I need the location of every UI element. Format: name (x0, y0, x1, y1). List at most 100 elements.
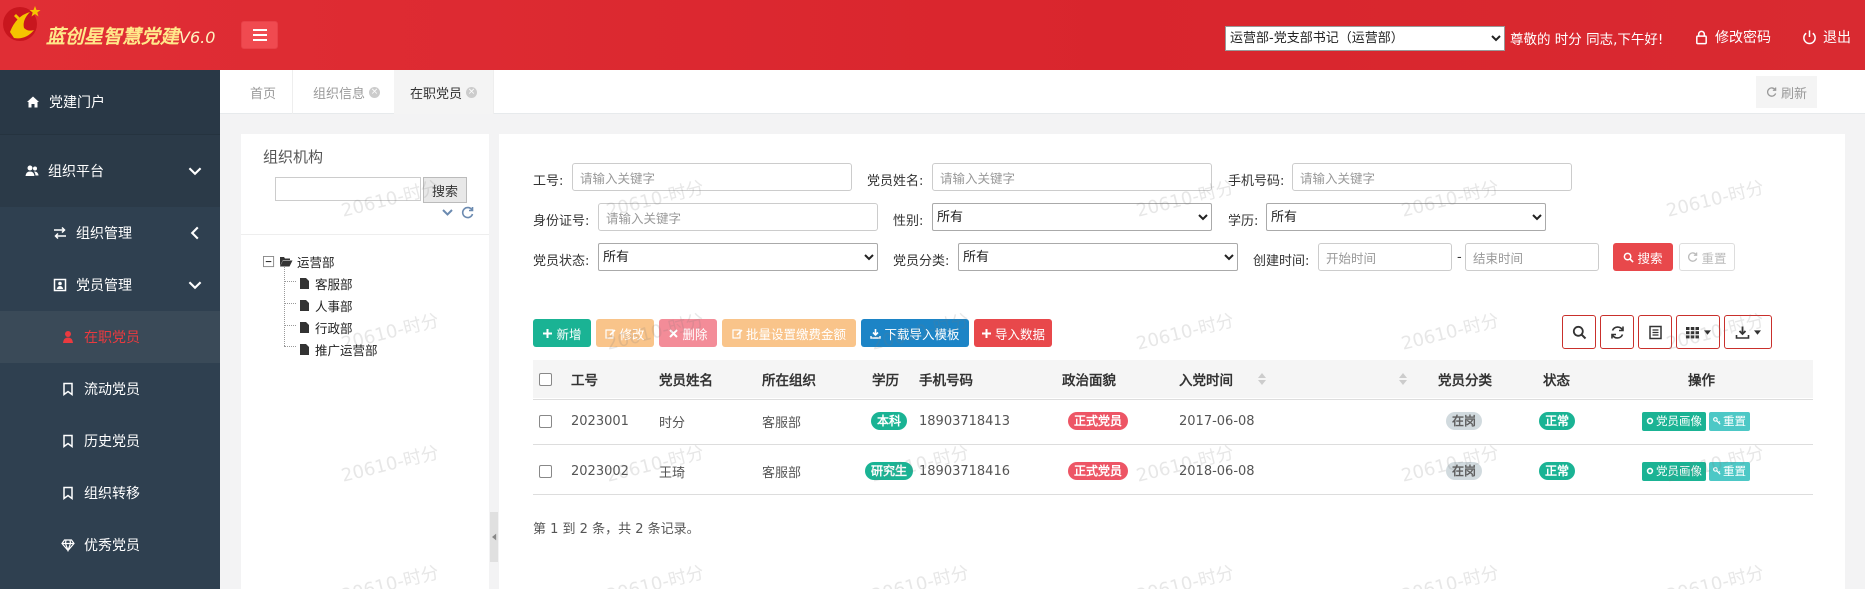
batch-fee-button[interactable]: 批量设置缴费金额 (722, 319, 856, 347)
chevron-down-icon (188, 167, 202, 176)
edu-label: 学历: (1228, 214, 1259, 229)
sidebar-item-member-manage[interactable]: 党员管理 (0, 259, 220, 311)
columns-toggle-button[interactable] (1676, 315, 1720, 349)
th-phone[interactable]: 手机号码 (919, 360, 973, 398)
cell-category: 在岗 (1446, 459, 1483, 483)
th-emp-no[interactable]: 工号 (571, 360, 598, 398)
th-edu[interactable]: 学历 (872, 360, 899, 398)
th-category[interactable]: 党员分类 (1438, 360, 1492, 398)
tree-node-root[interactable]: 运营部 (263, 252, 335, 271)
portrait-button[interactable]: 党员画像 (1642, 411, 1706, 431)
portrait-button[interactable]: 党员画像 (1642, 461, 1706, 481)
org-tree-title: 组织机构 (263, 148, 324, 166)
table-refresh-button[interactable] (1600, 315, 1634, 349)
select-all-checkbox[interactable] (539, 373, 552, 386)
end-time-input[interactable]: 结束时间 (1465, 243, 1599, 271)
cell-org: 客服部 (762, 465, 802, 481)
collapse-toggle-icon[interactable] (263, 255, 275, 268)
sidebar-item-org-platform[interactable]: 组织平台 (0, 135, 220, 207)
panel-collapse-handle[interactable] (490, 512, 498, 562)
change-password-link[interactable]: 修改密码 (1694, 27, 1771, 47)
status-select[interactable]: 所有 (598, 243, 878, 271)
key-icon (1713, 467, 1721, 475)
search-icon (1624, 252, 1635, 263)
sidebar-item-history-members[interactable]: 历史党员 (0, 415, 220, 467)
tree-node-label: 人事部 (315, 299, 353, 314)
role-select[interactable]: 运营部-党支部书记（运营部） (1225, 26, 1505, 51)
tree-connector (284, 267, 285, 346)
logout-link[interactable]: 退出 (1802, 27, 1851, 47)
tree-node-child[interactable]: 人事部 (298, 296, 353, 315)
phone-input[interactable]: 请输入关键字 (1292, 163, 1572, 191)
reset-password-button[interactable]: 重置 (1709, 461, 1750, 481)
org-search-button[interactable]: 搜索 (423, 177, 467, 203)
tree-node-child[interactable]: 行政部 (298, 318, 353, 337)
bookmark-icon (60, 433, 76, 449)
hamburger-icon (252, 29, 267, 41)
plus-icon (981, 328, 991, 338)
name-input[interactable]: 请输入关键字 (932, 163, 1212, 191)
cell-emp-no: 2023002 (571, 463, 629, 479)
refresh-button[interactable]: 刷新 (1755, 76, 1817, 108)
party-emblem-icon (3, 6, 41, 41)
cell-edu: 本科 (871, 409, 908, 433)
file-icon (300, 300, 309, 311)
card-view-button[interactable] (1638, 315, 1672, 349)
change-password-label: 修改密码 (1715, 30, 1771, 46)
row-checkbox[interactable] (539, 415, 552, 428)
reset-password-button[interactable]: 重置 (1709, 411, 1750, 431)
sidebar-item-org-transfer[interactable]: 组织转移 (0, 467, 220, 519)
cell-name: 时分 (659, 415, 686, 431)
toggle-search-button[interactable] (1562, 315, 1596, 349)
emp-no-input[interactable]: 请输入关键字 (572, 163, 852, 191)
menu-toggle-button[interactable] (241, 21, 278, 49)
search-button[interactable]: 搜索 (1613, 243, 1673, 271)
tab-label: 组织信息 (313, 86, 366, 102)
sidebar-item-portal[interactable]: 党建门户 (0, 70, 220, 135)
exchange-icon (52, 225, 68, 241)
row-checkbox[interactable] (539, 465, 552, 478)
sort-icon[interactable] (1399, 373, 1407, 385)
id-card-input[interactable]: 请输入关键字 (598, 203, 878, 231)
file-icon (300, 322, 309, 333)
reset-password-label: 重置 (1723, 464, 1746, 478)
category-select[interactable]: 所有 (958, 243, 1238, 271)
add-label: 新增 (556, 326, 582, 342)
org-search-input[interactable] (275, 177, 421, 201)
bookmark-icon (60, 485, 76, 501)
edit-button[interactable]: 修改 (596, 319, 654, 347)
tree-node-child[interactable]: 客服部 (298, 274, 353, 293)
download-template-button[interactable]: 下载导入模板 (861, 319, 969, 347)
tab-active-members[interactable]: 在职党员 × (394, 70, 495, 114)
sidebar-item-floating-members[interactable]: 流动党员 (0, 363, 220, 415)
export-button[interactable] (1724, 315, 1772, 349)
edu-select[interactable]: 所有 (1266, 203, 1546, 231)
chevron-down-icon[interactable] (441, 206, 454, 219)
add-button[interactable]: 新增 (533, 319, 591, 347)
tab-home[interactable]: 首页 (234, 70, 294, 114)
close-icon[interactable]: × (369, 86, 381, 98)
tree-node-child[interactable]: 推广运营部 (298, 340, 378, 359)
sidebar-item-org-manage[interactable]: 组织管理 (0, 207, 220, 259)
th-status[interactable]: 状态 (1543, 360, 1570, 398)
th-org[interactable]: 所在组织 (762, 360, 816, 398)
gender-select[interactable]: 所有 (932, 203, 1212, 231)
sort-icon[interactable] (1258, 373, 1266, 385)
refresh-icon[interactable] (461, 206, 474, 219)
import-button[interactable]: 导入数据 (974, 319, 1052, 347)
tree-connector (284, 346, 296, 347)
close-icon[interactable]: × (466, 86, 478, 98)
reset-button[interactable]: 重置 (1679, 243, 1735, 271)
sidebar-item-excellent-members[interactable]: 优秀党员 (0, 519, 220, 571)
th-political[interactable]: 政治面貌 (1062, 360, 1116, 398)
th-join-date[interactable]: 入党时间 (1179, 360, 1233, 398)
start-time-input[interactable]: 开始时间 (1318, 243, 1452, 271)
delete-button[interactable]: 删除 (659, 319, 717, 347)
sidebar-item-active-members[interactable]: 在职党员 (0, 311, 220, 363)
cell-org: 客服部 (762, 415, 802, 431)
tab-org-info[interactable]: 组织信息 × (297, 70, 398, 114)
th-name[interactable]: 党员姓名 (659, 360, 713, 398)
range-dash: - (1457, 250, 1462, 265)
status-badge: 正常 (1539, 462, 1576, 480)
chevron-left-icon (190, 226, 199, 240)
